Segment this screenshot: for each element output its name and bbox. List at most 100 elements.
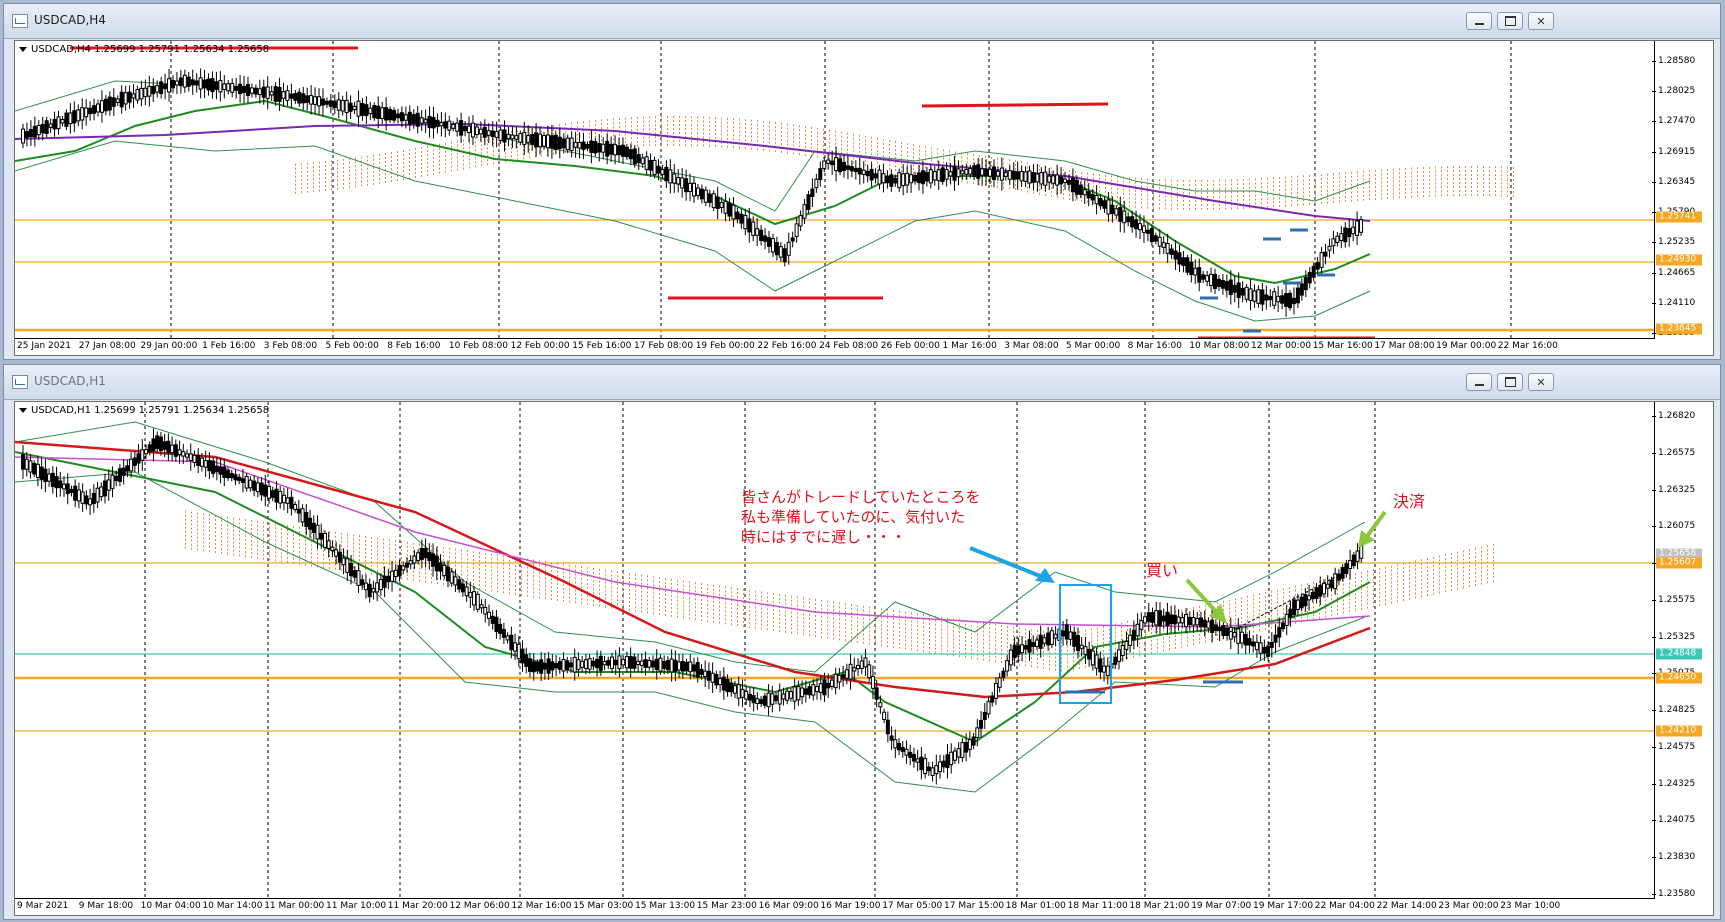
kumo-dot [757,124,758,127]
kumo-dot [821,635,822,638]
kumo-dot [889,151,890,154]
chart-canvas[interactable] [15,402,1714,916]
minimize-button[interactable] [1466,373,1492,391]
close-button[interactable]: ✕ [1528,12,1554,30]
kumo-dot [1183,207,1184,210]
kumo-dot [1417,167,1418,170]
kumo-dot [457,140,458,143]
kumo-dot [1459,185,1460,188]
kumo-dot [1457,583,1458,586]
kumo-dot [709,144,710,147]
kumo-dot [1037,634,1038,637]
kumo-dot [1145,645,1146,648]
kumo-dot [1151,631,1152,634]
kumo-dot [1363,174,1364,177]
kumo-dot [1111,187,1112,190]
kumo-dot [545,597,546,600]
chart-window-h4[interactable]: USDCAD,H4 ✕ USDCAD,H4 1.25699 1.25791 1.… [3,3,1721,360]
kumo-dot [769,125,770,128]
window-titlebar[interactable]: USDCAD,H4 ✕ [4,4,1720,39]
kumo-dot [377,561,378,564]
kumo-dot [1019,635,1020,638]
kumo-dot [463,147,464,150]
kumo-dot [889,143,890,146]
kumo-dot [695,586,696,589]
chart-canvas[interactable] [15,41,1714,356]
kumo-dot [587,603,588,606]
price-chart[interactable]: USDCAD,H1 1.25699 1.25791 1.25634 1.2565… [14,401,1714,916]
minimize-button[interactable] [1466,12,1492,30]
kumo-dot [361,168,362,171]
kumo-dot [487,147,488,150]
candle-body [352,570,357,578]
kumo-dot [727,121,728,124]
kumo-dot [1487,545,1488,548]
kumo-dot [1481,558,1482,561]
kumo-dot [227,524,228,527]
kumo-dot [371,572,372,575]
candle-body [431,553,436,567]
candle-body [714,674,719,686]
kumo-dot [1189,207,1190,210]
close-button[interactable]: ✕ [1528,373,1554,391]
kumo-dot [803,617,804,620]
kumo-dot [497,586,498,589]
candle-body [253,87,258,95]
kumo-dot [1463,554,1464,557]
kumo-dot [955,163,956,166]
kumo-dot [1253,606,1254,609]
kumo-dot [1219,203,1220,206]
candle-body [229,473,234,479]
candle-body [341,557,346,566]
kumo-dot [1379,576,1380,579]
kumo-dot [1381,181,1382,184]
kumo-dot [475,141,476,144]
maximize-button[interactable] [1497,12,1523,30]
kumo-dot [343,170,344,173]
kumo-dot [391,164,392,167]
candle-body [65,483,70,495]
kumo-dot [1463,550,1464,553]
kumo-dot [1061,653,1062,656]
kumo-dot [509,580,510,583]
kumo-dot [895,145,896,148]
kumo-dot [233,517,234,520]
dropdown-triangle-icon[interactable] [19,46,27,52]
kumo-dot [1339,200,1340,203]
kumo-dot [491,581,492,584]
kumo-dot [569,592,570,595]
kumo-dot [365,544,366,546]
candle-body [576,659,581,670]
price-chart[interactable]: USDCAD,H4 1.25699 1.25791 1.25634 1.2565… [14,40,1714,356]
kumo-dot [575,565,576,568]
maximize-button[interactable] [1497,373,1523,391]
kumo-dot [977,653,978,656]
kumo-dot [1433,556,1434,559]
kumo-dot [1501,174,1502,177]
kumo-dot [233,541,234,544]
candle-body [577,142,582,149]
kumo-dot [427,157,428,160]
kumo-dot [557,582,558,585]
kumo-dot [503,579,504,582]
kumo-dot [365,540,366,542]
candle-body [114,475,119,482]
chart-window-h1[interactable]: USDCAD,H1 ✕ USDCAD,H1 1.25699 1.25791 1.… [3,364,1721,920]
time-axis[interactable]: 25 Jan 2021 27 Jan 08:00 29 Jan 00:00 1 Feb… [15,338,1655,355]
kumo-dot [947,641,948,644]
kumo-dot [1357,195,1358,198]
kumo-dot [1001,661,1002,664]
candle-body [92,105,97,114]
kumo-dot [1483,177,1484,180]
kumo-dot [1469,561,1470,564]
kumo-dot [767,612,768,615]
kumo-dot [323,562,324,565]
price-axis[interactable]: 1.285801.280251.274701.269151.263451.257… [1651,41,1713,355]
window-titlebar[interactable]: USDCAD,H1 ✕ [4,365,1720,400]
kumo-dot [383,550,384,553]
candle-body [1264,294,1269,301]
kumo-dot [269,526,270,529]
kumo-dot [1231,187,1232,190]
kumo-dot [263,529,264,532]
kumo-dot [841,155,842,158]
